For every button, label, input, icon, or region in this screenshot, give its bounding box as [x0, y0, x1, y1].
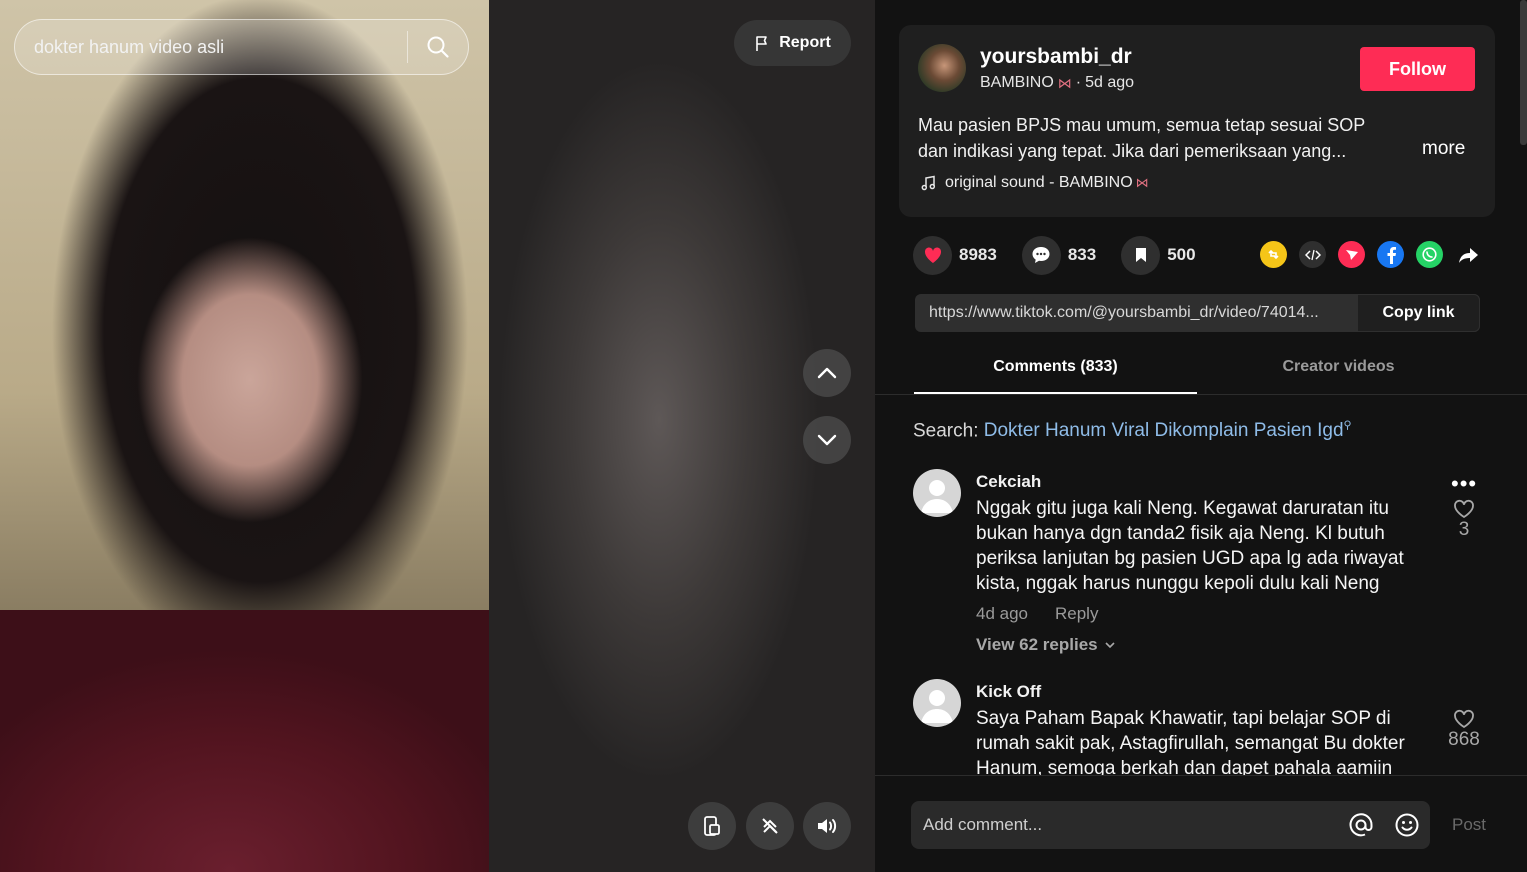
- heart-icon: [924, 247, 941, 263]
- view-replies-button[interactable]: View 62 replies: [976, 635, 1116, 655]
- related-search-link[interactable]: Dokter Hanum Viral Dikomplain Pasien Igd…: [984, 420, 1352, 441]
- like-button[interactable]: [913, 235, 952, 275]
- sound-link[interactable]: original sound - BAMBINO ⋈: [920, 174, 1149, 192]
- heart-outline-icon: [1454, 709, 1474, 729]
- sound-name: original sound - BAMBINO: [945, 174, 1133, 191]
- author-display-name: BAMBINO: [980, 74, 1054, 91]
- post-description: Mau pasien BPJS mau umum, semua tetap se…: [918, 115, 1365, 161]
- report-label: Report: [779, 34, 831, 51]
- panel-scrollbar[interactable]: [1520, 0, 1527, 145]
- tabs-divider: [875, 394, 1527, 395]
- follow-button[interactable]: Follow: [1360, 47, 1475, 91]
- facebook-icon[interactable]: [1377, 241, 1404, 268]
- comment-action[interactable]: 833: [1021, 235, 1097, 275]
- send-icon[interactable]: [1338, 241, 1365, 268]
- tab-comments[interactable]: Comments (833): [914, 348, 1197, 394]
- like-count: 8983: [959, 245, 997, 264]
- auto-scroll-icon: [762, 818, 778, 834]
- related-search: Search: Dokter Hanum Viral Dikomplain Pa…: [913, 419, 1352, 442]
- save-button[interactable]: [1121, 235, 1161, 275]
- like-action[interactable]: 8983: [913, 235, 997, 275]
- comment-text: Saya Paham Bapak Khawatir, tapi belajar …: [976, 708, 1405, 775]
- copy-link-button[interactable]: Copy link: [1357, 294, 1480, 332]
- video-frame-lower: [0, 610, 489, 872]
- butterfly-emoji-icon: ⋈: [1057, 74, 1072, 91]
- dot-separator: ·: [1075, 74, 1082, 91]
- emoji-button[interactable]: [1384, 812, 1430, 838]
- view-replies-label: View 62 replies: [976, 635, 1098, 654]
- mention-button[interactable]: [1338, 812, 1384, 838]
- details-panel: yoursbambi_dr BAMBINO ⋈ · 5d ago Follow …: [875, 0, 1527, 872]
- panel-tabs: Comments (833) Creator videos: [914, 348, 1480, 394]
- comment-item: Cekciah ••• Nggak gitu juga kali Neng. K…: [913, 455, 1493, 665]
- save-action[interactable]: 500: [1121, 235, 1196, 275]
- save-count: 500: [1167, 245, 1196, 264]
- repost-icon[interactable]: [1260, 241, 1287, 268]
- commenter-name[interactable]: Kick Off: [976, 682, 1041, 702]
- comment-button[interactable]: [1021, 235, 1061, 275]
- search-bar[interactable]: dokter hanum video asli: [14, 19, 469, 75]
- next-video-button[interactable]: [803, 416, 851, 464]
- post-comment-button[interactable]: Post: [1452, 815, 1486, 835]
- search-icon: [427, 36, 449, 58]
- share-icons: [1260, 241, 1482, 268]
- post-info-card: yoursbambi_dr BAMBINO ⋈ · 5d ago Follow …: [899, 25, 1495, 217]
- previous-video-button[interactable]: [803, 349, 851, 397]
- video-player[interactable]: dokter hanum video asli Report: [0, 0, 875, 872]
- related-search-term: Dokter Hanum Viral Dikomplain Pasien Igd: [983, 420, 1344, 442]
- comment-like-count: 3: [1458, 519, 1470, 540]
- butterfly-emoji-icon: ⋈: [1135, 175, 1149, 190]
- author-avatar[interactable]: [918, 44, 966, 92]
- mini-player-button[interactable]: [688, 802, 736, 850]
- more-options-icon[interactable]: •••: [1451, 471, 1477, 497]
- share-link-bar: https://www.tiktok.com/@yoursbambi_dr/vi…: [915, 294, 1480, 332]
- volume-icon: [818, 819, 837, 833]
- commenter-name[interactable]: Cekciah: [976, 472, 1041, 492]
- share-link-url[interactable]: https://www.tiktok.com/@yoursbambi_dr/vi…: [915, 304, 1357, 322]
- report-button[interactable]: Report: [734, 20, 851, 66]
- comment-count: 833: [1067, 245, 1097, 264]
- volume-button[interactable]: [803, 802, 851, 850]
- comment-meta: 4d ago Reply: [976, 604, 1098, 624]
- comment-composer[interactable]: Add comment...: [911, 801, 1430, 849]
- comment-text: Nggak gitu juga kali Neng. Kegawat darur…: [976, 498, 1404, 594]
- tab-creator-videos[interactable]: Creator videos: [1197, 348, 1480, 394]
- at-sign-icon: [1349, 813, 1373, 837]
- comment-item: Kick Off Saya Paham Bapak Khawatir, tapi…: [913, 665, 1493, 775]
- search-input[interactable]: dokter hanum video asli: [15, 37, 407, 58]
- emoji-icon: [1395, 813, 1419, 837]
- comment-like-count: 868: [1448, 729, 1480, 750]
- search-small-icon: ⚲: [1343, 420, 1352, 432]
- embed-icon[interactable]: [1299, 241, 1326, 268]
- chevron-up-icon: [817, 367, 837, 379]
- whatsapp-icon[interactable]: [1416, 241, 1443, 268]
- post-time: 5d ago: [1085, 74, 1135, 91]
- app-root: dokter hanum video asli Report yoursbamb…: [0, 0, 1527, 872]
- comment-input[interactable]: Add comment...: [911, 815, 1338, 835]
- engagement-actions: 8983 833 500: [913, 235, 1221, 275]
- mini-player-icon: [704, 816, 720, 836]
- commenter-avatar[interactable]: [913, 469, 961, 517]
- related-search-prefix: Search:: [913, 420, 979, 442]
- heart-outline-icon: [1454, 499, 1474, 519]
- music-note-icon: [921, 175, 936, 191]
- description-more-link[interactable]: more: [1422, 138, 1465, 160]
- commenter-avatar[interactable]: [913, 679, 961, 727]
- composer-divider: [875, 775, 1527, 776]
- chevron-down-icon: [817, 434, 837, 446]
- comment-bubble-icon: [1032, 247, 1050, 263]
- author-username[interactable]: yoursbambi_dr: [980, 45, 1132, 69]
- comment-like[interactable]: 3: [1444, 499, 1484, 541]
- flag-icon: [756, 35, 768, 51]
- bookmark-icon: [1135, 248, 1146, 262]
- comment-like[interactable]: 868: [1444, 709, 1484, 751]
- share-arrow-icon[interactable]: [1455, 241, 1482, 268]
- chevron-down-icon: [1105, 642, 1115, 649]
- comment-time: 4d ago: [976, 604, 1028, 623]
- auto-scroll-button[interactable]: [746, 802, 794, 850]
- reply-button[interactable]: Reply: [1055, 604, 1098, 624]
- author-subline: BAMBINO ⋈ · 5d ago: [980, 74, 1134, 92]
- comment-list: Cekciah ••• Nggak gitu juga kali Neng. K…: [875, 455, 1527, 775]
- search-button[interactable]: [408, 19, 468, 75]
